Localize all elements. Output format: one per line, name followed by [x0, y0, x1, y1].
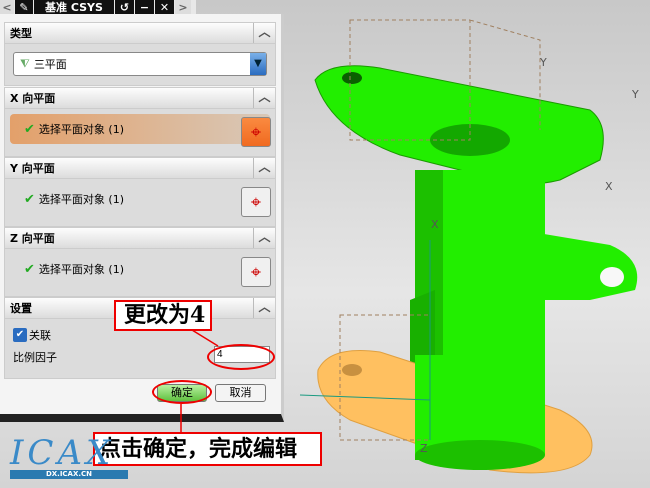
callout-lines — [180, 329, 219, 432]
annotation-change-to-4: 更改为4 — [114, 300, 212, 331]
icax-logo: ICAX DX.ICAX.CN — [10, 436, 128, 480]
